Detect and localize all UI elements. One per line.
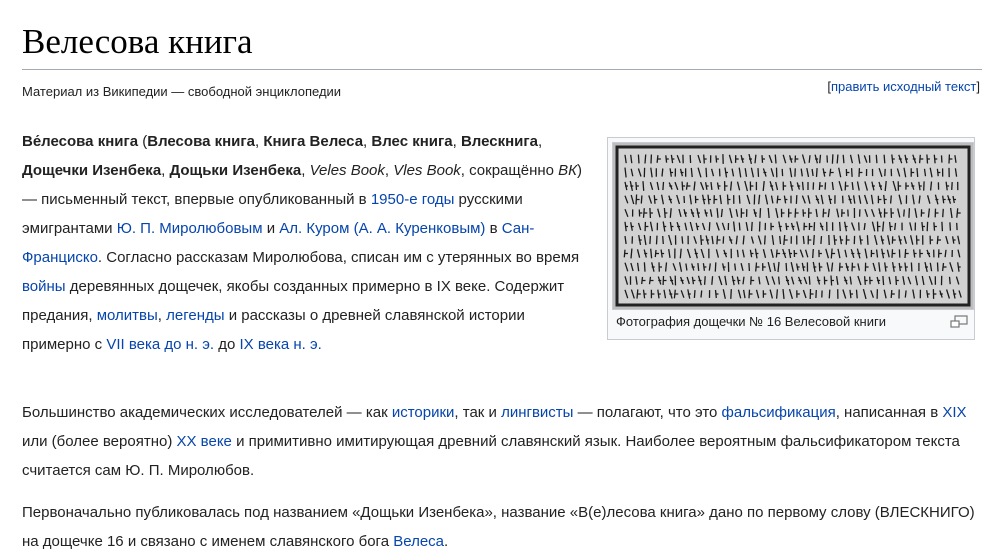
edit-source-link[interactable]: править исходный текст — [831, 79, 976, 94]
wiki-link[interactable]: Ал. Куром (А. А. Куренковым) — [279, 220, 485, 237]
magnify-icon[interactable] — [950, 315, 968, 329]
wiki-link[interactable]: XIX — [942, 404, 966, 421]
wiki-link[interactable]: историки — [392, 404, 455, 421]
wiki-link[interactable]: 1950-е годы — [371, 191, 455, 208]
page-title: Велесова книга — [22, 22, 253, 61]
wiki-link[interactable]: войны — [22, 278, 66, 295]
text-run: — полагают, что это — [573, 404, 722, 421]
bold-term: Влескнига — [460, 133, 538, 150]
text-run: Первоначально публиковалась под название… — [22, 504, 975, 550]
wiki-link[interactable]: Велеса — [393, 533, 444, 550]
bracket-close: ] — [976, 79, 980, 94]
wiki-link[interactable]: молитвы — [97, 307, 158, 324]
text-run: ( — [138, 133, 148, 150]
text-run: , сокращённо — [460, 162, 559, 179]
wiki-link[interactable]: XX веке — [177, 433, 232, 450]
bold-term: Дощьки Изенбека — [169, 162, 302, 179]
text-run: . Согласно рассказам Миролюбова, списан … — [97, 249, 580, 266]
bold-term: Книга Велеса — [263, 133, 364, 150]
italic-term: Vles Book — [393, 162, 461, 179]
bold-term: Влес книга — [371, 133, 453, 150]
wiki-link[interactable]: лингвисты — [501, 404, 573, 421]
text-run: Большинство академических исследователей… — [22, 404, 392, 421]
image-thumbnail: Фотография дощечки № 16 Велесовой книги — [607, 137, 975, 340]
title-divider — [22, 69, 982, 70]
text-run: до — [214, 336, 240, 353]
text-run: и — [262, 220, 280, 237]
text-run: , — [537, 133, 543, 150]
text-run: , — [384, 162, 394, 179]
text-run: . — [444, 533, 449, 550]
bold-term: Ве́лесова книга — [22, 133, 139, 150]
wiki-link[interactable]: IX века н. э. — [240, 336, 322, 353]
italic-term: ВК — [558, 162, 578, 179]
italic-term: Veles Book — [309, 162, 385, 179]
text-run: , — [301, 162, 310, 179]
text-run: , написанная в — [835, 404, 943, 421]
bold-term: Влесова книга — [147, 133, 255, 150]
wiki-link[interactable]: фальсификация — [722, 404, 836, 421]
text-run: , так и — [454, 404, 502, 421]
intro-paragraph: Ве́лесова книга (Влесова книга, Книга Ве… — [22, 127, 587, 359]
site-subtitle: Материал из Википедии — свободной энцикл… — [22, 84, 342, 99]
text-run: , — [161, 162, 170, 179]
text-run: , — [452, 133, 461, 150]
wiki-link[interactable]: Ю. П. Миролюбовым — [117, 220, 263, 237]
text-run: в — [485, 220, 502, 237]
naming-paragraph: Первоначально публиковалась под название… — [22, 498, 982, 556]
scholarship-paragraph: Большинство академических исследователей… — [22, 398, 982, 485]
text-run: или (более вероятно) — [22, 433, 177, 450]
wiki-link[interactable]: легенды — [166, 307, 224, 324]
bold-term: Дощечки Изенбека — [22, 162, 162, 179]
thumb-caption: Фотография дощечки № 16 Велесовой книги — [616, 314, 886, 329]
text-run: , — [157, 307, 167, 324]
wiki-link[interactable]: VII века до н. э. — [106, 336, 214, 353]
edit-section: [править исходный текст] — [827, 79, 980, 94]
tablet-photo[interactable] — [612, 142, 974, 310]
